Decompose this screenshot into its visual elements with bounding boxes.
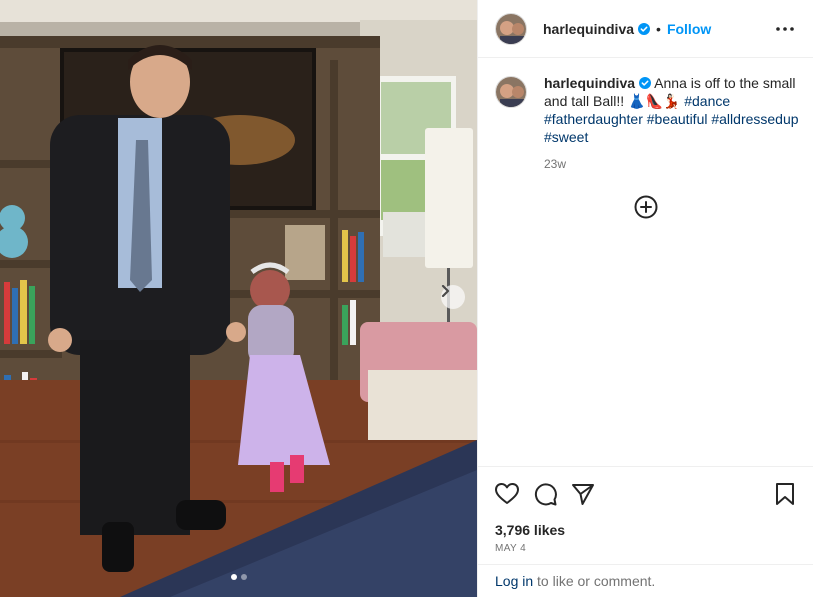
- actions-section: 3,796 likes MAY 4: [478, 466, 813, 554]
- post-caption: harlequindiva Anna is off to the small a…: [495, 74, 800, 173]
- caption-username[interactable]: harlequindiva: [544, 75, 635, 91]
- photo-illustration: [0, 0, 477, 597]
- plus-circle-icon[interactable]: [633, 194, 659, 220]
- caption-body: harlequindiva Anna is off to the small a…: [544, 74, 800, 173]
- hashtag-alldressedup[interactable]: #alldressedup: [711, 111, 798, 127]
- carousel-next-button[interactable]: [441, 285, 465, 309]
- follow-button[interactable]: Follow: [667, 21, 711, 37]
- instagram-post: harlequindiva • Follow harlequindiva Ann…: [0, 0, 813, 597]
- post-side-panel: harlequindiva • Follow harlequindiva Ann…: [477, 0, 813, 597]
- caption-time-ago: 23w: [544, 157, 567, 171]
- action-bar: [494, 481, 798, 507]
- hashtag-beautiful[interactable]: #beautiful: [647, 111, 708, 127]
- more-horizontal-icon[interactable]: [775, 19, 795, 39]
- hashtag-sweet[interactable]: #sweet: [544, 129, 588, 145]
- avatar-image: [496, 77, 526, 107]
- verified-badge-icon: [639, 77, 652, 89]
- avatar[interactable]: [495, 12, 527, 45]
- post-photo[interactable]: [0, 0, 477, 597]
- login-link[interactable]: Log in: [495, 573, 533, 589]
- avatar-image: [496, 13, 526, 44]
- hashtag-fatherdaughter[interactable]: #fatherdaughter: [544, 111, 643, 127]
- header-separator: •: [656, 20, 661, 37]
- login-prompt: Log in to like or comment.: [478, 564, 813, 597]
- post-header: harlequindiva • Follow: [478, 0, 813, 58]
- verified-badge-icon: [638, 22, 651, 35]
- carousel-dot-active: [230, 574, 237, 580]
- post-date[interactable]: MAY 4: [495, 543, 526, 554]
- comment-icon[interactable]: [532, 481, 558, 507]
- carousel-dot: [240, 574, 247, 580]
- login-prompt-text: to like or comment.: [533, 573, 656, 589]
- heart-icon[interactable]: [494, 481, 520, 507]
- hashtag-dance[interactable]: #dance: [684, 93, 730, 109]
- chevron-right-icon: [441, 285, 450, 297]
- share-icon[interactable]: [570, 481, 596, 507]
- caption-avatar[interactable]: [495, 76, 527, 108]
- bookmark-icon[interactable]: [772, 481, 798, 507]
- header-username[interactable]: harlequindiva: [543, 21, 634, 37]
- carousel-dots: [0, 574, 477, 580]
- likes-count[interactable]: 3,796 likes: [495, 522, 565, 538]
